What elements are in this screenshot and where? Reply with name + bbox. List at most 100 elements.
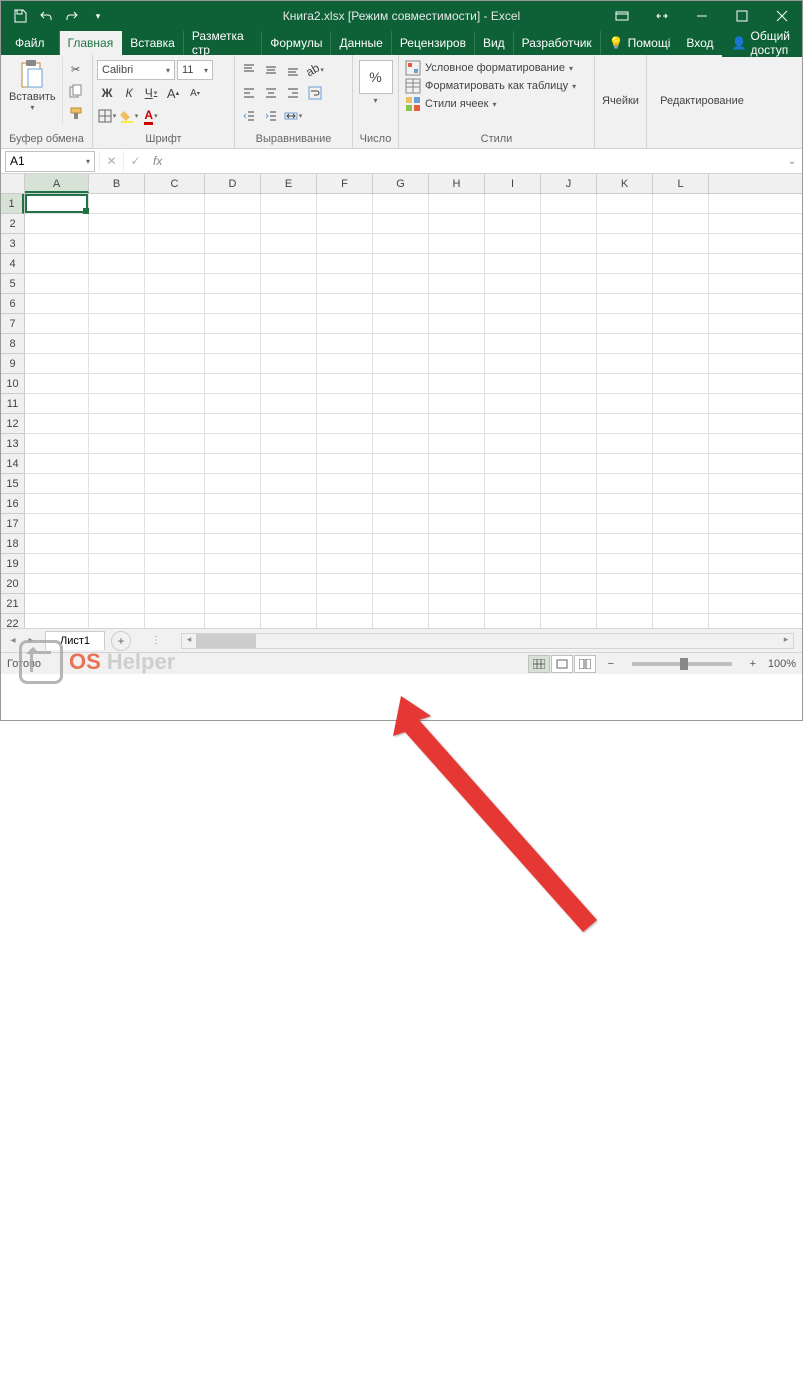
decrease-indent-icon[interactable] — [239, 106, 259, 126]
cell[interactable] — [145, 474, 205, 494]
cell[interactable] — [261, 434, 317, 454]
chevron-down-icon[interactable]: ▾ — [373, 96, 377, 105]
cell[interactable] — [653, 574, 709, 594]
cell[interactable] — [653, 294, 709, 314]
cell[interactable] — [205, 354, 261, 374]
cell[interactable] — [597, 374, 653, 394]
tab-review[interactable]: Рецензиров — [392, 31, 475, 55]
cell[interactable] — [541, 214, 597, 234]
orientation-icon[interactable]: ab — [305, 60, 325, 80]
column-header[interactable]: I — [485, 174, 541, 193]
cell[interactable] — [653, 434, 709, 454]
cell[interactable] — [317, 474, 373, 494]
cell[interactable] — [597, 594, 653, 614]
cell[interactable] — [653, 614, 709, 628]
cell[interactable] — [485, 474, 541, 494]
cell[interactable] — [429, 254, 485, 274]
cell[interactable] — [317, 374, 373, 394]
cell[interactable] — [597, 474, 653, 494]
row-header[interactable]: 20 — [1, 574, 24, 594]
cell[interactable] — [261, 454, 317, 474]
cell[interactable] — [653, 414, 709, 434]
cell[interactable] — [261, 414, 317, 434]
cell[interactable] — [541, 574, 597, 594]
cell[interactable] — [25, 314, 89, 334]
add-sheet-button[interactable]: + — [111, 631, 131, 651]
cell[interactable] — [541, 194, 597, 214]
cell[interactable] — [145, 434, 205, 454]
cell[interactable] — [317, 434, 373, 454]
cell[interactable] — [25, 294, 89, 314]
tab-data[interactable]: Данные — [331, 31, 391, 55]
cell[interactable] — [205, 514, 261, 534]
cell[interactable] — [541, 374, 597, 394]
cell[interactable] — [373, 414, 429, 434]
fx-icon[interactable]: fx — [147, 154, 168, 168]
cell[interactable] — [373, 554, 429, 574]
cell[interactable] — [653, 194, 709, 214]
formula-input[interactable] — [168, 151, 782, 172]
cell[interactable] — [429, 394, 485, 414]
cell[interactable] — [25, 554, 89, 574]
row-header[interactable]: 8 — [1, 334, 24, 354]
cell[interactable] — [541, 594, 597, 614]
tab-view[interactable]: Вид — [475, 31, 514, 55]
cell[interactable] — [541, 354, 597, 374]
cell[interactable] — [89, 294, 145, 314]
cell[interactable] — [541, 334, 597, 354]
horizontal-scrollbar[interactable]: ◂ ▸ — [181, 633, 794, 649]
row-header[interactable]: 12 — [1, 414, 24, 434]
cell[interactable] — [89, 534, 145, 554]
cell[interactable] — [429, 594, 485, 614]
cell[interactable] — [653, 554, 709, 574]
cell[interactable] — [429, 334, 485, 354]
cell[interactable] — [541, 614, 597, 628]
cell[interactable] — [653, 334, 709, 354]
cell[interactable] — [25, 514, 89, 534]
cell[interactable] — [429, 234, 485, 254]
italic-button[interactable]: К — [119, 83, 139, 103]
tab-home[interactable]: Главная — [60, 31, 123, 55]
column-header[interactable]: K — [597, 174, 653, 193]
select-all-corner[interactable] — [1, 174, 25, 194]
cell[interactable] — [485, 274, 541, 294]
sheet-nav-prev-icon[interactable]: ◂ — [5, 633, 21, 649]
cell[interactable] — [145, 294, 205, 314]
cell[interactable] — [25, 434, 89, 454]
cell[interactable] — [25, 454, 89, 474]
cell[interactable] — [597, 334, 653, 354]
cell[interactable] — [597, 534, 653, 554]
scrollbar-thumb[interactable] — [196, 634, 256, 648]
scroll-left-icon[interactable]: ◂ — [182, 634, 196, 648]
cell[interactable] — [653, 214, 709, 234]
cell[interactable] — [261, 494, 317, 514]
cell[interactable] — [205, 414, 261, 434]
cell[interactable] — [653, 394, 709, 414]
cell[interactable] — [145, 574, 205, 594]
cell[interactable] — [485, 494, 541, 514]
row-header[interactable]: 5 — [1, 274, 24, 294]
cell[interactable] — [541, 494, 597, 514]
cell[interactable] — [541, 234, 597, 254]
cell[interactable] — [485, 314, 541, 334]
cell[interactable] — [485, 454, 541, 474]
cell[interactable] — [429, 414, 485, 434]
qat-customize-icon[interactable]: ▾ — [87, 5, 109, 27]
page-break-view-icon[interactable] — [574, 655, 596, 673]
cell[interactable] — [145, 394, 205, 414]
merge-icon[interactable] — [283, 106, 303, 126]
cell[interactable] — [597, 434, 653, 454]
cell[interactable] — [653, 274, 709, 294]
cell[interactable] — [373, 334, 429, 354]
cell[interactable] — [261, 474, 317, 494]
align-right-icon[interactable] — [283, 83, 303, 103]
tab-formulas[interactable]: Формулы — [262, 31, 331, 55]
cell[interactable] — [261, 314, 317, 334]
cell[interactable] — [373, 374, 429, 394]
cell[interactable] — [485, 234, 541, 254]
cell[interactable] — [429, 294, 485, 314]
scroll-right-icon[interactable]: ▸ — [779, 634, 793, 648]
cell[interactable] — [373, 594, 429, 614]
cell[interactable] — [205, 274, 261, 294]
cell[interactable] — [25, 334, 89, 354]
